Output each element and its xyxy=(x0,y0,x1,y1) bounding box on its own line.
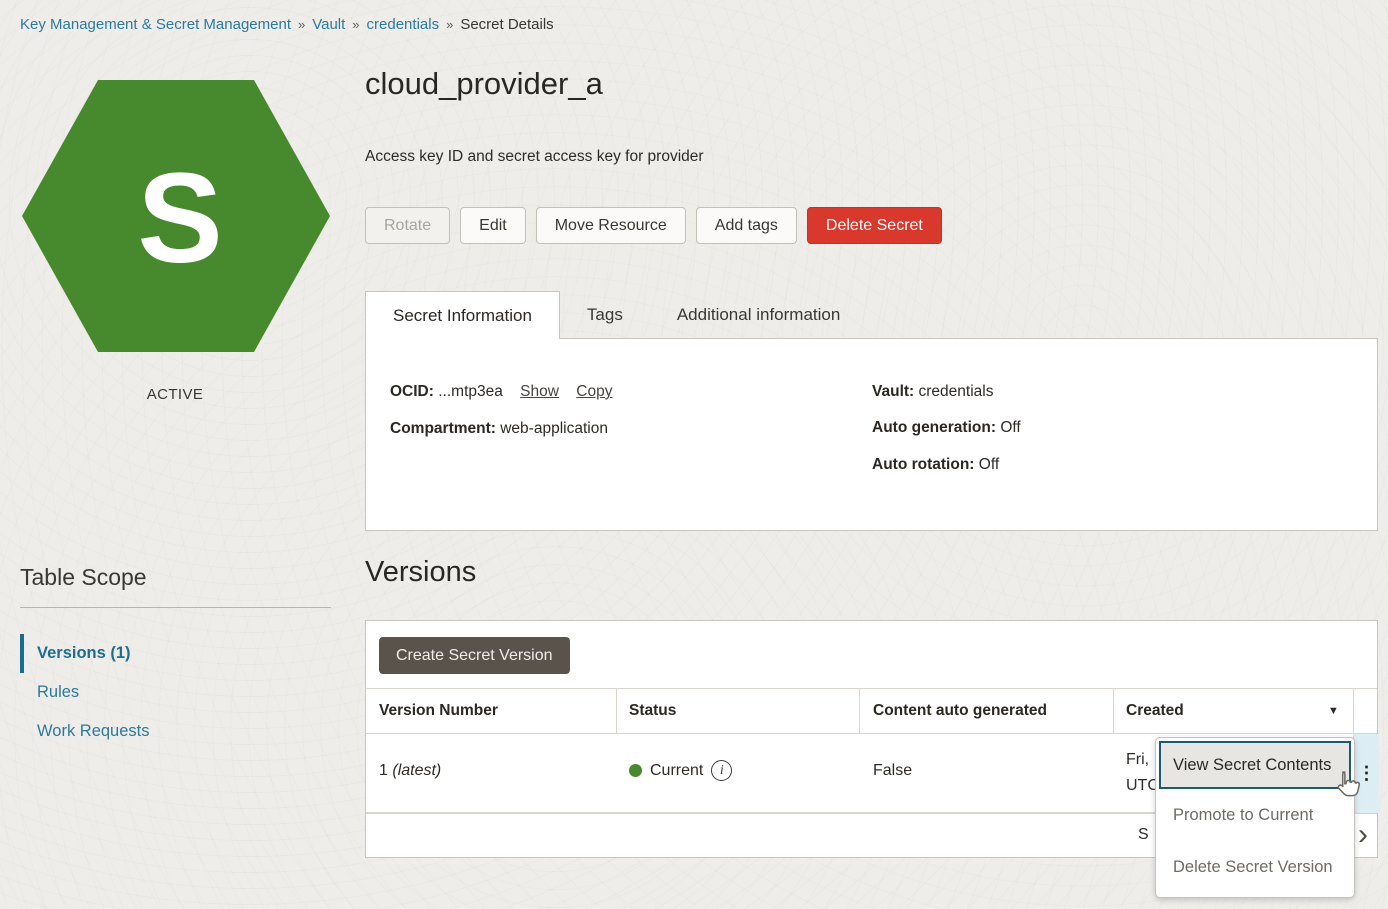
vault-value: credentials xyxy=(919,383,994,400)
rotate-button[interactable]: Rotate xyxy=(365,207,450,244)
breadcrumb-vault[interactable]: Vault xyxy=(312,16,345,33)
compartment-label: Compartment: xyxy=(390,420,496,437)
copy-ocid-link[interactable]: Copy xyxy=(576,383,612,400)
edit-button[interactable]: Edit xyxy=(460,207,526,244)
table-scope-heading: Table Scope xyxy=(20,564,147,591)
breadcrumb-separator: » xyxy=(298,17,305,32)
auto-generation-field: Auto generation: Off xyxy=(872,419,1021,437)
tab-strip: Secret Information Tags Additional infor… xyxy=(365,291,867,339)
breadcrumb-current: Secret Details xyxy=(460,16,553,33)
overflow-menu-icon[interactable]: ⋮ xyxy=(1358,763,1376,784)
column-header-created[interactable]: Created xyxy=(1126,689,1184,733)
content-auto-generated-cell: False xyxy=(873,762,912,780)
status-badge: ACTIVE xyxy=(20,386,330,403)
column-divider xyxy=(1113,689,1114,734)
page-title: cloud_provider_a xyxy=(365,66,603,102)
auto-rotation-value: Off xyxy=(979,456,999,473)
show-ocid-link[interactable]: Show xyxy=(520,383,559,400)
breadcrumb: Key Management & Secret Management » Vau… xyxy=(20,16,554,33)
auto-rotation-field: Auto rotation: Off xyxy=(872,456,999,474)
vault-field: Vault: credentials xyxy=(872,383,993,401)
column-header-version-number[interactable]: Version Number xyxy=(379,689,498,733)
created-cell: Fri, UTC xyxy=(1126,747,1159,799)
column-header-content-auto-generated[interactable]: Content auto generated xyxy=(873,689,1047,733)
sidebar-item-work-requests[interactable]: Work Requests xyxy=(20,712,331,751)
auto-rotation-label: Auto rotation: xyxy=(872,456,974,473)
compartment-field: Compartment: web-application xyxy=(390,420,608,438)
ocid-value: ...mtp3ea xyxy=(438,383,503,400)
versions-heading: Versions xyxy=(365,556,476,589)
breadcrumb-credentials[interactable]: credentials xyxy=(367,16,440,33)
compartment-value: web-application xyxy=(500,420,608,437)
add-tags-button[interactable]: Add tags xyxy=(696,207,797,244)
vault-label: Vault: xyxy=(872,383,914,400)
sidebar-item-versions[interactable]: Versions (1) xyxy=(20,634,331,673)
info-icon[interactable]: i xyxy=(711,760,732,781)
sort-desc-icon[interactable]: ▼ xyxy=(1328,705,1339,717)
scope-divider xyxy=(20,607,331,608)
delete-secret-button[interactable]: Delete Secret xyxy=(807,207,942,244)
menu-item-delete-secret-version[interactable]: Delete Secret Version xyxy=(1159,841,1351,893)
column-divider xyxy=(1353,689,1354,734)
tab-additional-information[interactable]: Additional information xyxy=(650,291,867,339)
column-divider xyxy=(616,689,617,734)
menu-item-view-secret-contents[interactable]: View Secret Contents xyxy=(1159,741,1351,789)
menu-item-promote-to-current[interactable]: Promote to Current xyxy=(1159,789,1351,841)
latest-tag: (latest) xyxy=(392,762,441,779)
status-text: Current xyxy=(650,762,703,780)
column-divider xyxy=(859,689,860,734)
current-status-dot-icon xyxy=(629,764,642,777)
breadcrumb-key-management[interactable]: Key Management & Secret Management xyxy=(20,16,291,33)
scope-nav: Versions (1) Rules Work Requests xyxy=(20,634,331,751)
ocid-field: OCID: ...mtp3ea Show Copy xyxy=(390,383,612,401)
page-description: Access key ID and secret access key for … xyxy=(365,148,704,166)
breadcrumb-separator: » xyxy=(446,17,453,32)
row-actions-cell[interactable]: ⋮ xyxy=(1353,734,1379,813)
versions-table-header: Version Number Status Content auto gener… xyxy=(366,688,1377,734)
tab-tags[interactable]: Tags xyxy=(560,291,650,339)
create-secret-version-button[interactable]: Create Secret Version xyxy=(379,637,570,674)
showing-items-text: S xyxy=(1138,826,1149,844)
breadcrumb-separator: » xyxy=(352,17,359,32)
sidebar-item-rules[interactable]: Rules xyxy=(20,673,331,712)
ocid-label: OCID: xyxy=(390,383,434,400)
chevron-right-icon: › xyxy=(1358,820,1368,850)
column-header-status[interactable]: Status xyxy=(629,689,676,733)
secret-hexagon-icon: S xyxy=(22,80,330,352)
auto-generation-value: Off xyxy=(1000,419,1020,436)
svg-text:S: S xyxy=(137,147,222,290)
status-cell: Current i xyxy=(629,760,732,781)
auto-generation-label: Auto generation: xyxy=(872,419,996,436)
move-resource-button[interactable]: Move Resource xyxy=(536,207,686,244)
version-number-cell: 1 (latest) xyxy=(379,762,441,780)
action-bar: Rotate Edit Move Resource Add tags Delet… xyxy=(365,207,942,244)
tab-secret-information[interactable]: Secret Information xyxy=(365,291,560,339)
row-context-menu: View Secret Contents Promote to Current … xyxy=(1155,737,1355,898)
secret-details-page: Key Management & Secret Management » Vau… xyxy=(0,0,1388,909)
